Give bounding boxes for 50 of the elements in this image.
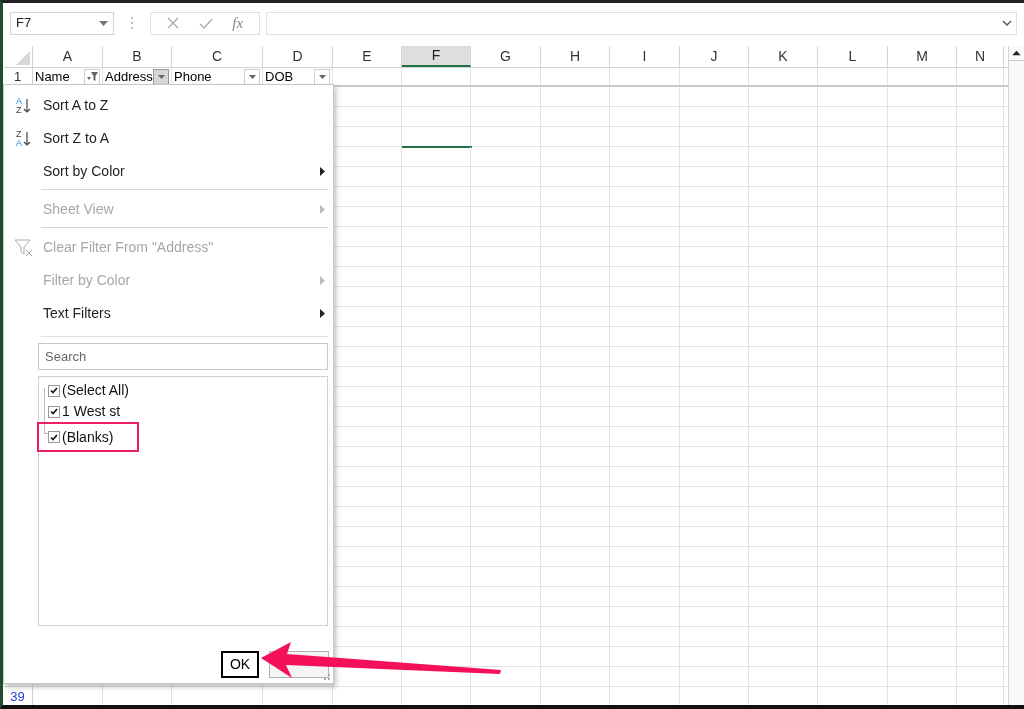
submenu-arrow-icon xyxy=(320,167,325,176)
filter-value: (Select All) xyxy=(62,381,129,400)
column-header[interactable]: J xyxy=(680,46,749,67)
menu-item[interactable]: Sort by Color xyxy=(4,155,333,188)
grip-icon xyxy=(130,16,134,30)
clear-filter-icon xyxy=(13,238,34,257)
column-header[interactable]: D xyxy=(263,46,333,67)
filter-dropdown-icon[interactable] xyxy=(244,68,260,85)
column-header[interactable]: G xyxy=(471,46,541,67)
enter-checkmark-icon[interactable] xyxy=(198,17,213,29)
submenu-arrow-icon xyxy=(320,309,325,318)
menu-item[interactable]: Text Filters xyxy=(4,297,333,330)
column-header[interactable]: B xyxy=(103,46,172,67)
ok-button[interactable]: OK xyxy=(221,651,259,678)
column-header[interactable]: F xyxy=(402,46,471,67)
column-header[interactable]: A xyxy=(33,46,103,67)
menu-item[interactable]: Z A Sort Z to A xyxy=(4,122,333,155)
dropdown-caret-icon xyxy=(99,20,108,26)
cell-reference: F7 xyxy=(16,14,32,33)
table-cell-text: Phone xyxy=(174,67,212,86)
formula-input[interactable] xyxy=(266,11,1017,35)
row-number[interactable]: 1 xyxy=(13,66,22,87)
insert-function-button[interactable]: fx xyxy=(232,11,244,35)
column-header[interactable]: I xyxy=(610,46,680,67)
row-number[interactable]: 39 xyxy=(10,686,25,705)
checkbox[interactable] xyxy=(48,431,60,443)
resize-grip-icon[interactable] xyxy=(323,673,331,681)
table-cell-text: Name xyxy=(35,67,70,86)
column-header[interactable]: N xyxy=(957,46,1004,67)
column-header[interactable]: H xyxy=(541,46,610,67)
selected-cell-border xyxy=(402,146,472,148)
name-box[interactable]: F7 xyxy=(10,11,114,35)
column-header[interactable]: M xyxy=(888,46,957,67)
filter-dropdown-icon[interactable] xyxy=(314,68,330,85)
menu-item[interactable]: A Z Sort A to Z xyxy=(4,89,333,122)
search-field[interactable]: Search xyxy=(38,343,328,370)
filter-dropdown-icon[interactable] xyxy=(153,68,169,85)
submenu-arrow-icon xyxy=(320,276,325,285)
filter-value: 1 West st xyxy=(62,402,121,421)
column-header[interactable]: C xyxy=(172,46,263,67)
table-cell-text: Address xyxy=(105,67,153,86)
table-cell-text: DOB xyxy=(265,67,294,86)
column-header[interactable]: K xyxy=(749,46,818,67)
checkbox[interactable] xyxy=(48,384,60,397)
checkbox[interactable] xyxy=(48,405,60,418)
expand-chevron-icon xyxy=(1002,20,1012,26)
column-header[interactable]: L xyxy=(818,46,888,67)
filter-applied-icon[interactable] xyxy=(84,68,100,85)
filter-value: (Blanks) xyxy=(62,427,114,447)
submenu-arrow-icon xyxy=(320,205,325,214)
